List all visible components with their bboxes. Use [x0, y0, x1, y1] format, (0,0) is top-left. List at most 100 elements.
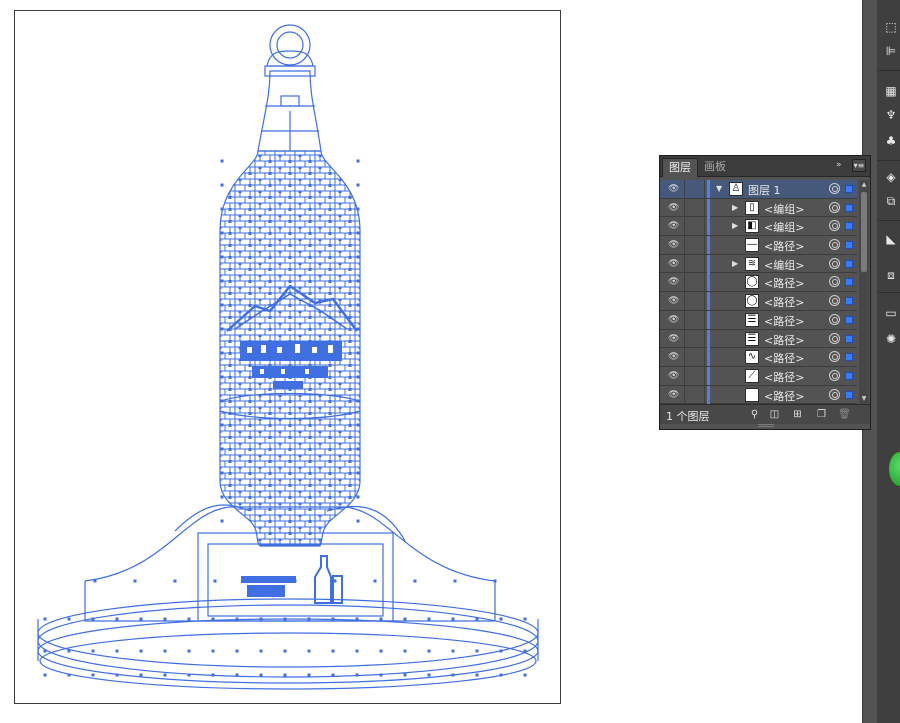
- expand-toggle-icon[interactable]: ▶: [732, 259, 738, 269]
- tab-layers[interactable]: 图层: [662, 158, 698, 177]
- anchor-point[interactable]: [220, 351, 224, 355]
- transparency-icon[interactable]: ▭: [884, 306, 898, 320]
- layer-row[interactable]: 👁 ⟋ <路径>: [660, 366, 857, 386]
- layer-row[interactable]: 👁 ▶ ◧ <编组>: [660, 217, 857, 237]
- layer-row[interactable]: 👁 ― <路径>: [660, 236, 857, 255]
- anchor-point[interactable]: [356, 399, 360, 403]
- anchor-point[interactable]: [379, 649, 383, 653]
- anchor-point[interactable]: [427, 617, 431, 621]
- anchor-point[interactable]: [163, 649, 167, 653]
- anchor-point[interactable]: [331, 673, 335, 677]
- anchor-point[interactable]: [220, 471, 224, 475]
- anchor-point[interactable]: [187, 673, 191, 677]
- target-circle-icon[interactable]: [829, 388, 840, 400]
- anchor-point[interactable]: [235, 649, 239, 653]
- target-circle-icon[interactable]: [829, 332, 840, 344]
- anchor-point[interactable]: [235, 617, 239, 621]
- anchor-point[interactable]: [475, 673, 479, 677]
- anchor-point[interactable]: [356, 351, 360, 355]
- anchor-point[interactable]: [356, 231, 360, 235]
- artboards-icon[interactable]: ⧉: [884, 194, 898, 208]
- anchor-point[interactable]: [355, 649, 359, 653]
- anchor-point[interactable]: [253, 579, 257, 583]
- selection-indicator-square[interactable]: [845, 390, 853, 399]
- anchor-point[interactable]: [356, 183, 360, 187]
- layer-name-label[interactable]: <路径>: [764, 294, 804, 310]
- scroll-down-arrow-icon[interactable]: ▼: [859, 394, 869, 404]
- selection-indicator-square[interactable]: [845, 297, 853, 306]
- expand-toggle-icon[interactable]: ▼: [716, 184, 722, 194]
- anchor-point[interactable]: [67, 673, 71, 677]
- anchor-point[interactable]: [187, 617, 191, 621]
- selection-indicator-square[interactable]: [845, 371, 853, 380]
- layer-row-top[interactable]: 👁 ▼ ♙ 图层 1: [660, 180, 857, 199]
- delete-layer-trash-icon[interactable]: 🗑: [838, 408, 851, 421]
- layer-row[interactable]: 👁 ∿ <路径>: [660, 348, 857, 367]
- anchor-point[interactable]: [67, 649, 71, 653]
- anchor-point[interactable]: [283, 673, 287, 677]
- anchor-point[interactable]: [67, 617, 71, 621]
- anchor-point[interactable]: [133, 579, 137, 583]
- appearance-icon[interactable]: ✺: [884, 332, 898, 346]
- anchor-point[interactable]: [220, 399, 224, 403]
- create-sublayer-icon[interactable]: ⊞: [791, 408, 804, 421]
- anchor-point[interactable]: [220, 183, 224, 187]
- visibility-eye-icon[interactable]: 👁: [668, 390, 680, 400]
- visibility-eye-icon[interactable]: 👁: [668, 315, 680, 325]
- layer-name-label[interactable]: <路径>: [764, 369, 804, 385]
- anchor-point[interactable]: [43, 649, 47, 653]
- anchor-point[interactable]: [475, 649, 479, 653]
- layers-panel[interactable]: 图层 画板 » ▾≡ 👁 ▼ ♙ 图层 1 👁 ▶ ▯ <编组> 👁 ▶ ◧ <编组> 👁 ― <路径> 👁 ▶…: [659, 155, 871, 430]
- anchor-point[interactable]: [283, 617, 287, 621]
- layer-row[interactable]: 👁 <路径>: [660, 385, 857, 405]
- layer-name-label[interactable]: <编组>: [764, 201, 804, 217]
- anchor-point[interactable]: [220, 231, 224, 235]
- anchor-point[interactable]: [211, 617, 215, 621]
- anchor-point[interactable]: [403, 673, 407, 677]
- align-icon[interactable]: ⬚: [884, 20, 898, 34]
- target-circle-icon[interactable]: [829, 220, 840, 232]
- grid-icon[interactable]: ▦: [884, 84, 898, 98]
- visibility-eye-icon[interactable]: 👁: [668, 221, 680, 231]
- layer-row[interactable]: 👁 ◯ <路径>: [660, 292, 857, 311]
- layer-name-label[interactable]: <编组>: [764, 257, 804, 273]
- anchor-point[interactable]: [331, 649, 335, 653]
- anchor-point[interactable]: [475, 617, 479, 621]
- anchor-point[interactable]: [220, 423, 224, 427]
- anchor-point[interactable]: [307, 649, 311, 653]
- bottle-monument-artwork[interactable]: [15, 11, 562, 705]
- anchor-point[interactable]: [43, 673, 47, 677]
- anchor-point[interactable]: [163, 673, 167, 677]
- anchor-point[interactable]: [220, 255, 224, 259]
- anchor-point[interactable]: [331, 617, 335, 621]
- anchor-point[interactable]: [293, 579, 297, 583]
- anchor-point[interactable]: [220, 375, 224, 379]
- layer-name-label[interactable]: <编组>: [764, 219, 804, 235]
- anchor-point[interactable]: [356, 423, 360, 427]
- target-circle-icon[interactable]: [829, 295, 840, 307]
- selection-indicator-square[interactable]: [845, 278, 853, 287]
- target-circle-icon[interactable]: [829, 351, 840, 363]
- anchor-point[interactable]: [220, 159, 224, 163]
- anchor-point[interactable]: [356, 327, 360, 331]
- anchor-point[interactable]: [379, 673, 383, 677]
- anchor-point[interactable]: [220, 495, 224, 499]
- visibility-eye-icon[interactable]: 👁: [668, 334, 680, 344]
- target-circle-icon[interactable]: [829, 369, 840, 381]
- anchor-point[interactable]: [173, 579, 177, 583]
- anchor-point[interactable]: [211, 673, 215, 677]
- target-circle-icon[interactable]: [829, 276, 840, 288]
- anchor-point[interactable]: [187, 649, 191, 653]
- layer-row[interactable]: 👁 ▶ ▯ <编组>: [660, 198, 857, 218]
- anchor-point[interactable]: [213, 579, 217, 583]
- anchor-point[interactable]: [333, 579, 337, 583]
- selection-indicator-square[interactable]: [845, 315, 853, 324]
- anchor-point[interactable]: [356, 279, 360, 283]
- anchor-point[interactable]: [220, 303, 224, 307]
- panel-menu-icon[interactable]: ▾≡: [852, 159, 866, 172]
- gradient-triangle-icon[interactable]: ◣: [884, 232, 898, 246]
- anchor-point[interactable]: [43, 617, 47, 621]
- anchor-point[interactable]: [220, 207, 224, 211]
- anchor-point[interactable]: [523, 617, 527, 621]
- anchor-point[interactable]: [373, 579, 377, 583]
